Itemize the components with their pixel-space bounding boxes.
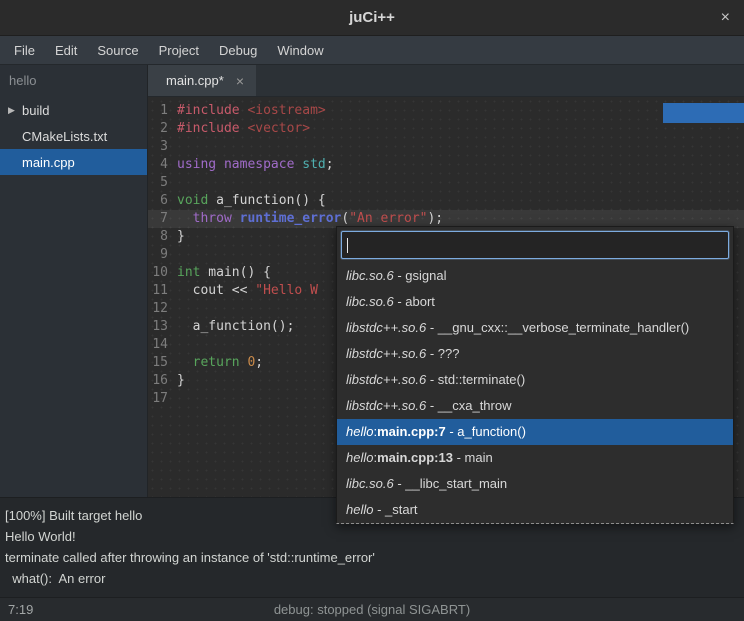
window-title: juCi++ — [349, 9, 395, 26]
backtrace-item[interactable]: hello:main.cpp:7 - a_function() — [337, 419, 733, 445]
console-line: terminate called after throwing an insta… — [5, 547, 739, 568]
project-name: hello — [0, 65, 147, 97]
app-window: juCi++ × File Edit Source Project Debug … — [0, 0, 744, 621]
tabbar: main.cpp* × — [148, 65, 744, 97]
backtrace-item[interactable]: libstdc++.so.6 - std::terminate() — [337, 367, 733, 393]
sidebar-item-cmakelists[interactable]: CMakeLists.txt — [0, 123, 147, 149]
cursor-position: 7:19 — [8, 602, 33, 617]
window-close-icon[interactable]: × — [721, 10, 730, 26]
code-line: 1#include​ <iostream> — [148, 102, 744, 120]
text-caret — [347, 238, 348, 253]
backtrace-popup: libc.so.6 - gsignallibc.so.6 - abortlibs… — [336, 226, 734, 524]
menu-item-debug[interactable]: Debug — [209, 38, 267, 63]
statusbar: 7:19 debug: stopped (signal SIGABRT) — [0, 597, 744, 621]
console-line: what(): An error — [5, 568, 739, 589]
tree-item-label: CMakeLists.txt — [22, 129, 107, 144]
tab-main-cpp[interactable]: main.cpp* × — [148, 65, 256, 96]
code-line: 6void a_function() { — [148, 192, 744, 210]
titlebar[interactable]: juCi++ × — [0, 0, 744, 36]
code-line: 2#include <vector> — [148, 120, 744, 138]
menu-item-window[interactable]: Window — [267, 38, 333, 63]
menu-item-source[interactable]: Source — [87, 38, 148, 63]
code-line: 5 — [148, 174, 744, 192]
tab-close-icon[interactable]: × — [236, 73, 244, 89]
scrollbar-indicator[interactable] — [663, 103, 744, 123]
expand-arrow-icon[interactable]: ▶ — [8, 105, 22, 116]
backtrace-item[interactable]: libstdc++.so.6 - __gnu_cxx::__verbose_te… — [337, 315, 733, 341]
code-line: 3 — [148, 138, 744, 156]
debug-status: debug: stopped (signal SIGABRT) — [0, 602, 744, 617]
backtrace-item[interactable]: libc.so.6 - abort — [337, 289, 733, 315]
backtrace-list: libc.so.6 - gsignallibc.so.6 - abortlibs… — [337, 263, 733, 523]
tree-item-label: main.cpp — [22, 155, 75, 170]
menubar: File Edit Source Project Debug Window — [0, 36, 744, 65]
backtrace-item[interactable]: hello - _start — [337, 497, 733, 523]
code-line: 4using namespace std; — [148, 156, 744, 174]
menu-item-project[interactable]: Project — [149, 38, 209, 63]
console-line: Hello World! — [5, 526, 739, 547]
sidebar-item-main-cpp[interactable]: main.cpp — [0, 149, 147, 175]
backtrace-item[interactable]: libc.so.6 - gsignal — [337, 263, 733, 289]
backtrace-item[interactable]: libstdc++.so.6 - __cxa_throw — [337, 393, 733, 419]
menu-item-edit[interactable]: Edit — [45, 38, 87, 63]
menu-item-file[interactable]: File — [4, 38, 45, 63]
sidebar-item-build[interactable]: ▶ build — [0, 97, 147, 123]
backtrace-item[interactable]: hello:main.cpp:13 - main — [337, 445, 733, 471]
tab-label: main.cpp* — [166, 73, 224, 88]
backtrace-item[interactable]: libstdc++.so.6 - ??? — [337, 341, 733, 367]
backtrace-item[interactable]: libc.so.6 - __libc_start_main — [337, 471, 733, 497]
tree-item-label: build — [22, 103, 49, 118]
backtrace-filter-input[interactable] — [341, 231, 729, 259]
project-sidebar: hello ▶ build CMakeLists.txt main.cpp — [0, 65, 148, 497]
